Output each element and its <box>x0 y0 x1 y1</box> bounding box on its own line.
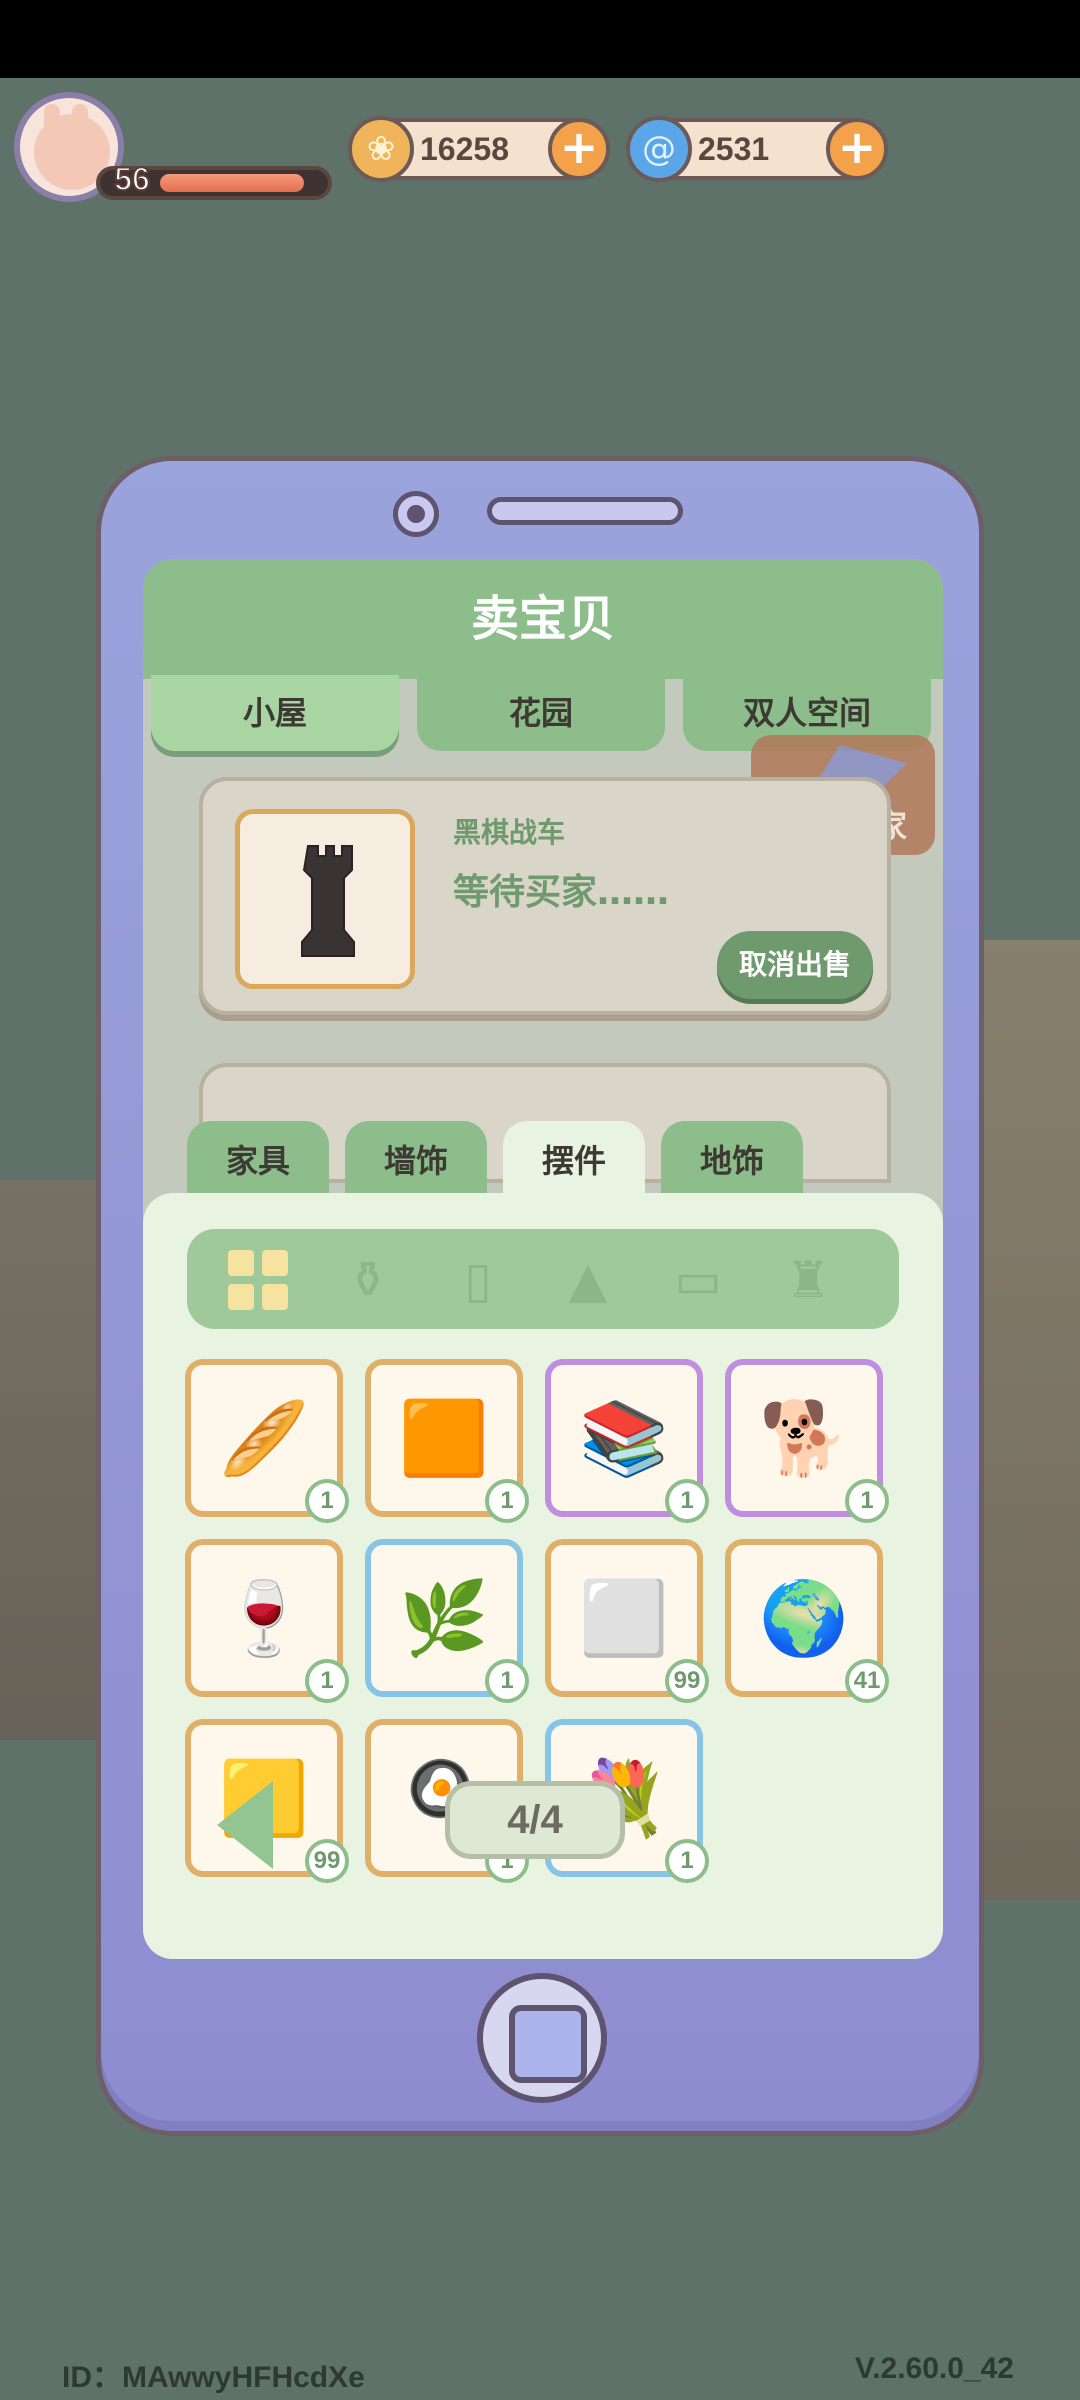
sale-listing-card: 黑棋战车 等待买家…… 取消出售 <box>199 777 891 1015</box>
item-quantity-badge: 1 <box>305 1659 349 1703</box>
category-tab-wall-decor[interactable]: 墙饰 <box>345 1121 487 1201</box>
chess-rook-icon <box>301 845 355 957</box>
category-tab-ornaments[interactable]: 摆件 <box>503 1121 645 1201</box>
white-pillow-icon: ⬜ <box>579 1575 669 1660</box>
cup-icon[interactable]: ▯ <box>443 1245 513 1315</box>
subcategory-bar: ⚱ ▯ ▲ ▭ ♜ <box>187 1229 899 1329</box>
screen-title: 卖宝贝 <box>470 591 615 647</box>
wine-bottle-icon: 🍷 <box>219 1575 309 1660</box>
app-version: V.2.60.0_42 <box>854 2352 1014 2385</box>
category-tab-floor-decor[interactable]: 地饰 <box>661 1121 803 1201</box>
inventory-slot-globe[interactable]: 🌍 41 <box>725 1539 889 1703</box>
gem-amount: 2531 <box>698 131 770 167</box>
bread-basket-icon: 🥖 <box>219 1395 309 1480</box>
status-bar <box>0 0 1080 78</box>
anubis-statue-icon: 🐕 <box>759 1395 849 1480</box>
item-quantity-badge: 1 <box>485 1479 529 1523</box>
item-quantity-badge: 41 <box>845 1659 889 1703</box>
grid-icon[interactable] <box>223 1245 293 1315</box>
inventory-slot-wine-bottle[interactable]: 🍷 1 <box>185 1539 349 1703</box>
coin-counter: ❀ 16258 + <box>348 116 610 182</box>
add-coins-button[interactable]: + <box>548 118 610 180</box>
phone-frame: 卖宝贝 小屋 花园 双人空间 呼唤买家 黑棋战车 等待买家…… 取消出售 家具 … <box>96 456 984 2136</box>
level-number: 56 <box>113 160 151 198</box>
item-quantity-badge: 1 <box>665 1839 709 1883</box>
tab-garden[interactable]: 花园 <box>417 675 665 751</box>
listed-item-name: 黑棋战车 <box>453 816 566 849</box>
tab-cabin[interactable]: 小屋 <box>151 675 399 751</box>
item-quantity-badge: 1 <box>485 1659 529 1703</box>
pillow-icon[interactable]: ▭ <box>663 1245 733 1315</box>
coin-amount: 16258 <box>420 131 509 167</box>
pot-icon[interactable]: ⚱ <box>333 1245 403 1315</box>
listing-status: 等待买家…… <box>453 872 670 913</box>
phone-home-button[interactable] <box>477 1973 607 2103</box>
page-indicator: 4/4 <box>445 1781 625 1859</box>
cancel-sale-button[interactable]: 取消出售 <box>717 931 873 999</box>
inventory-slot-desk-clutter[interactable]: 📚 1 <box>545 1359 709 1523</box>
phone-speaker <box>487 497 683 525</box>
globe-icon: 🌍 <box>759 1575 849 1660</box>
desk-clutter-icon: 📚 <box>579 1395 669 1480</box>
previous-page-arrow-icon[interactable] <box>217 1781 273 1869</box>
gem-counter: @ 2531 + <box>626 116 888 182</box>
terrarium-icon: 🌿 <box>399 1575 489 1660</box>
swirl-gem-icon: @ <box>626 116 692 182</box>
category-tab-furniture[interactable]: 家具 <box>187 1121 329 1201</box>
leaf-coin-icon: ❀ <box>348 116 414 182</box>
phone-camera-icon <box>393 491 439 537</box>
item-quantity-badge: 1 <box>665 1479 709 1523</box>
add-gems-button[interactable]: + <box>826 118 888 180</box>
phone-screen: 卖宝贝 小屋 花园 双人空间 呼唤买家 黑棋战车 等待买家…… 取消出售 家具 … <box>143 559 943 1959</box>
inventory-slot-anubis-statue[interactable]: 🐕 1 <box>725 1359 889 1523</box>
background-scene-left <box>0 1180 110 1740</box>
inventory-slot-terrarium[interactable]: 🌿 1 <box>365 1539 529 1703</box>
item-quantity-badge: 1 <box>305 1479 349 1523</box>
item-quantity-badge: 99 <box>665 1659 709 1703</box>
inventory-slot-white-pillow[interactable]: ⬜ 99 <box>545 1539 709 1703</box>
level-progress-fill <box>160 174 304 192</box>
lamp-icon[interactable]: ▲ <box>553 1245 623 1315</box>
player-id: ID：MAwwyHFHcdXe <box>62 2361 365 2394</box>
inventory-slot-bread-basket[interactable]: 🥖 1 <box>185 1359 349 1523</box>
bottle-icon[interactable]: ♜ <box>773 1245 843 1315</box>
inventory-panel: ⚱ ▯ ▲ ▭ ♜ 🥖 1 🟧 1 📚 1 🐕 1 🍷 1 🌿 1 ⬜ 99 🌍 41 🟨 99 🍳 1 💐 1 4/4 <box>143 1193 943 1959</box>
inventory-slot-wooden-pillar[interactable]: 🟧 1 <box>365 1359 529 1523</box>
listed-item-frame <box>235 809 415 989</box>
item-quantity-badge: 1 <box>845 1479 889 1523</box>
background-scene-right <box>970 940 1080 1900</box>
item-quantity-badge: 99 <box>305 1839 349 1883</box>
wooden-pillar-icon: 🟧 <box>399 1395 489 1480</box>
